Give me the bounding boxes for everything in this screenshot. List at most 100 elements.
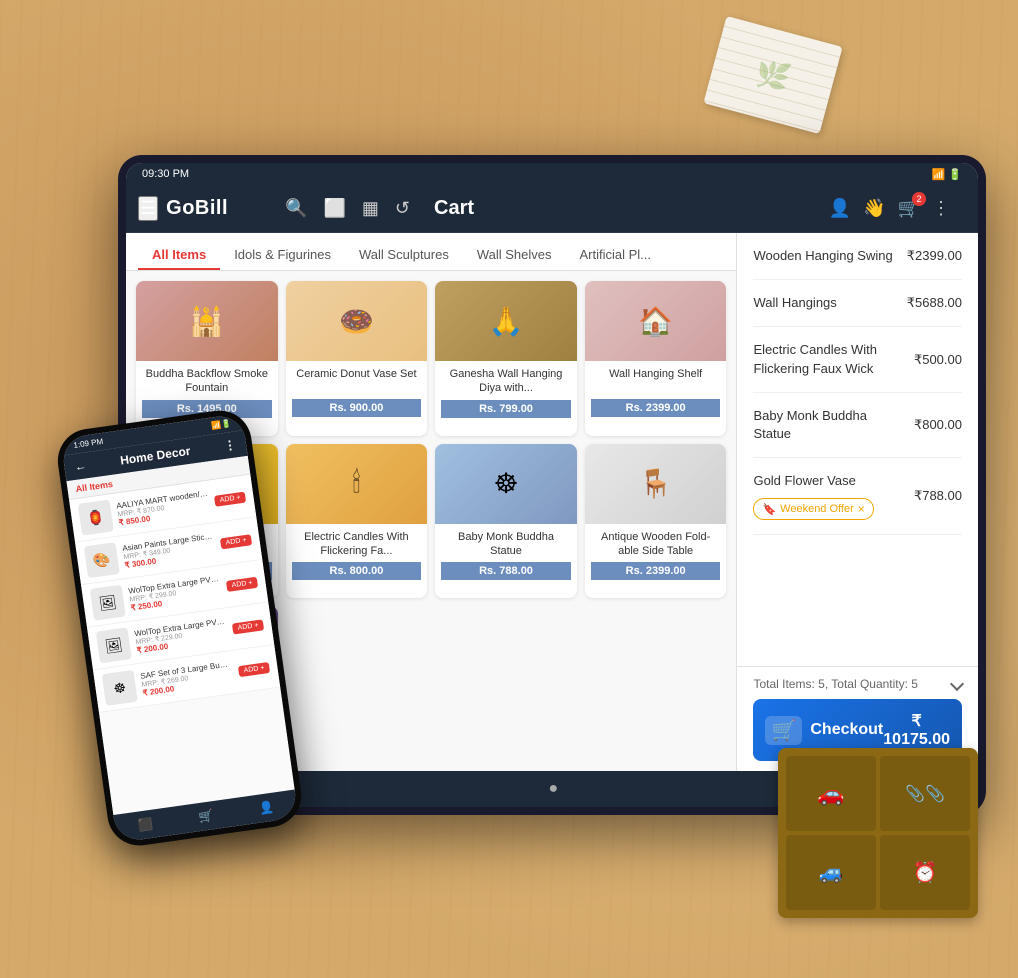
product-price-6: Rs. 788.00 xyxy=(441,562,571,580)
product-card-7[interactable]: 🪑 Antique Wooden Fold-able Side Table Rs… xyxy=(585,444,727,599)
product-card-2[interactable]: 🙏 Ganesha Wall Hanging Diya with... Rs. … xyxy=(435,281,577,436)
product-name-6: Baby Monk Buddha Statue xyxy=(441,530,571,559)
tab-wall-shelves[interactable]: Wall Shelves xyxy=(463,241,566,270)
product-card-3[interactable]: 🏠 Wall Hanging Shelf Rs. 2399.00 xyxy=(585,281,727,436)
product-img-2: 🙏 xyxy=(435,281,577,361)
product-info-5: Electric Candles With Flickering Fa... R… xyxy=(286,524,428,581)
cart-title: Cart xyxy=(434,197,474,220)
offer-label: Weekend Offer xyxy=(780,503,854,515)
cart-item-0: Wooden Hanging Swing ₹2399.00 xyxy=(753,233,962,280)
hamburger-button[interactable]: ☰ xyxy=(138,196,158,221)
phone-item-img-0: 🏮 xyxy=(78,500,114,536)
phone-more[interactable]: ⋮ xyxy=(223,437,237,453)
phone-add-btn-3[interactable]: ADD + xyxy=(232,619,264,634)
product-img-7: 🪑 xyxy=(585,444,727,524)
product-price-2: Rs. 799.00 xyxy=(441,400,571,418)
product-info-2: Ganesha Wall Hanging Diya with... Rs. 79… xyxy=(435,361,577,418)
search-button[interactable]: 🔍 xyxy=(285,198,307,219)
checkout-label: Checkout xyxy=(810,721,883,739)
expand-summary-icon[interactable] xyxy=(950,677,964,691)
cart-item-name-0: Wooden Hanging Swing xyxy=(753,247,898,265)
tab-artificial[interactable]: Artificial Pl... xyxy=(566,241,666,270)
product-name-1: Ceramic Donut Vase Set xyxy=(292,367,422,395)
product-price-1: Rs. 900.00 xyxy=(292,399,422,417)
phone-home-icon[interactable]: ⬛ xyxy=(137,817,154,833)
cart-item-price-1: ₹5688.00 xyxy=(907,295,962,311)
system-icons: 📶 🔋 xyxy=(932,168,962,181)
product-info-1: Ceramic Donut Vase Set Rs. 900.00 xyxy=(286,361,428,417)
weekend-offer-tag[interactable]: 🔖 Weekend Offer × xyxy=(753,498,873,520)
header-action-icons: 🔍 ⬜ ▦ ↺ xyxy=(236,198,418,219)
product-img-3: 🏠 xyxy=(585,281,727,361)
time-display: 09:30 PM xyxy=(142,168,189,180)
tray-cell-2: 📎📎 xyxy=(880,756,970,831)
checkout-cart-icon: 🛒 xyxy=(765,716,802,745)
wooden-tray-decoration: 🚗 📎📎 🚙 ⏰ xyxy=(778,748,978,918)
product-name-7: Antique Wooden Fold-able Side Table xyxy=(591,530,721,559)
phone-item-info-1: Asian Paints Large Sticker MRP: ₹ 349.00… xyxy=(122,531,217,570)
phone-add-btn-1[interactable]: ADD + xyxy=(220,534,252,549)
offer-icon: 🔖 xyxy=(762,503,776,516)
cart-item-price-2: ₹500.00 xyxy=(914,352,962,368)
product-img-1: 🍩 xyxy=(286,281,428,361)
checkout-price: ₹ 10175.00 xyxy=(883,711,950,749)
product-name-3: Wall Hanging Shelf xyxy=(591,367,721,395)
phone-cart-icon[interactable]: 🛒 xyxy=(198,808,215,824)
product-name-2: Ganesha Wall Hanging Diya with... xyxy=(441,367,571,396)
app-header: ☰ GoBill 🔍 ⬜ ▦ ↺ Cart 👤 👋 🛒 2 xyxy=(126,185,978,233)
product-price-5: Rs. 800.00 xyxy=(292,562,422,580)
cart-item-4: Gold Flower Vase 🔖 Weekend Offer × ₹788.… xyxy=(753,458,962,535)
cart-item-name-2: Electric Candles With Flickering Faux Wi… xyxy=(753,341,906,377)
phone-back-button[interactable]: ← xyxy=(74,458,88,474)
cart-summary-text: Total Items: 5, Total Quantity: 5 xyxy=(753,677,918,691)
product-card-1[interactable]: 🍩 Ceramic Donut Vase Set Rs. 900.00 xyxy=(286,281,428,436)
cart-item-name-3: Baby Monk Buddha Statue xyxy=(753,407,906,443)
phone-item-info-4: SAF Set of 3 Large Buddha 6MM MRP: ₹ 269… xyxy=(140,659,235,698)
phone-time: 1:09 PM xyxy=(73,437,104,450)
phone-item-img-4: ☸ xyxy=(102,670,138,706)
phone-title: Home Decor xyxy=(119,444,191,468)
category-tabs: All Items Idols & Figurines Wall Sculptu… xyxy=(126,233,736,271)
home-nav-button[interactable]: ● xyxy=(548,780,558,798)
barcode-scan-button[interactable]: ⬜ xyxy=(323,198,345,219)
tray-cell-4: ⏰ xyxy=(880,835,970,910)
cart-summary: Total Items: 5, Total Quantity: 5 xyxy=(753,677,962,691)
phone-item-info-3: WolTop Extra Large PVC Wall MRP: ₹ 229.0… xyxy=(134,617,229,656)
tray-cell-1: 🚗 xyxy=(786,756,876,831)
refresh-button[interactable]: ↺ xyxy=(395,198,410,219)
product-img-0: 🕌 xyxy=(136,281,278,361)
product-img-5: 🕯 xyxy=(286,444,428,524)
product-card-6[interactable]: ☸ Baby Monk Buddha Statue Rs. 788.00 xyxy=(435,444,577,599)
cart-item-price-0: ₹2399.00 xyxy=(907,248,962,264)
phone-add-btn-2[interactable]: ADD + xyxy=(226,576,258,591)
app-title: GoBill xyxy=(166,197,228,220)
remove-offer-button[interactable]: × xyxy=(858,502,865,516)
cart-icon-button[interactable]: 🛒 2 xyxy=(898,198,920,219)
cart-item-name-4: Gold Flower Vase xyxy=(753,472,906,490)
tab-all-items[interactable]: All Items xyxy=(138,241,220,270)
phone-item-img-3: 🖼 xyxy=(96,627,132,663)
cart-items-list: Wooden Hanging Swing ₹2399.00 Wall Hangi… xyxy=(737,233,978,666)
cart-item-price-3: ₹800.00 xyxy=(914,417,962,433)
product-info-7: Antique Wooden Fold-able Side Table Rs. … xyxy=(585,524,727,581)
product-card-5[interactable]: 🕯 Electric Candles With Flickering Fa...… xyxy=(286,444,428,599)
cart-item-3: Baby Monk Buddha Statue ₹800.00 xyxy=(753,393,962,458)
qr-button[interactable]: ▦ xyxy=(362,198,379,219)
hand-icon-button[interactable]: 👋 xyxy=(863,198,885,219)
phone-icons: 📶🔋 xyxy=(211,419,232,431)
user-icon-button[interactable]: 👤 xyxy=(829,198,851,219)
phone-item-info-0: AALIYA MART wooden/pluss MRP: ₹ 870.00 ₹… xyxy=(116,489,211,528)
phone-profile-icon[interactable]: 👤 xyxy=(258,800,275,816)
tab-wall-sculptures[interactable]: Wall Sculptures xyxy=(345,241,463,270)
product-info-3: Wall Hanging Shelf Rs. 2399.00 xyxy=(585,361,727,417)
product-price-3: Rs. 2399.00 xyxy=(591,399,721,417)
phone-add-btn-0[interactable]: ADD + xyxy=(214,491,246,506)
right-pane: Wooden Hanging Swing ₹2399.00 Wall Hangi… xyxy=(737,233,978,771)
phone-item-img-2: 🖼 xyxy=(90,585,126,621)
product-info-0: Buddha Backflow Smoke Fountain Rs. 1495.… xyxy=(136,361,278,418)
cart-item-price-4: ₹788.00 xyxy=(914,488,962,504)
phone-add-btn-4[interactable]: ADD + xyxy=(238,661,270,676)
more-options-button[interactable]: ⋮ xyxy=(932,198,950,219)
phone-item-info-2: WolTop Extra Large PVC Wall MRP: ₹ 299.0… xyxy=(128,574,223,613)
tab-idols[interactable]: Idols & Figurines xyxy=(220,241,345,270)
